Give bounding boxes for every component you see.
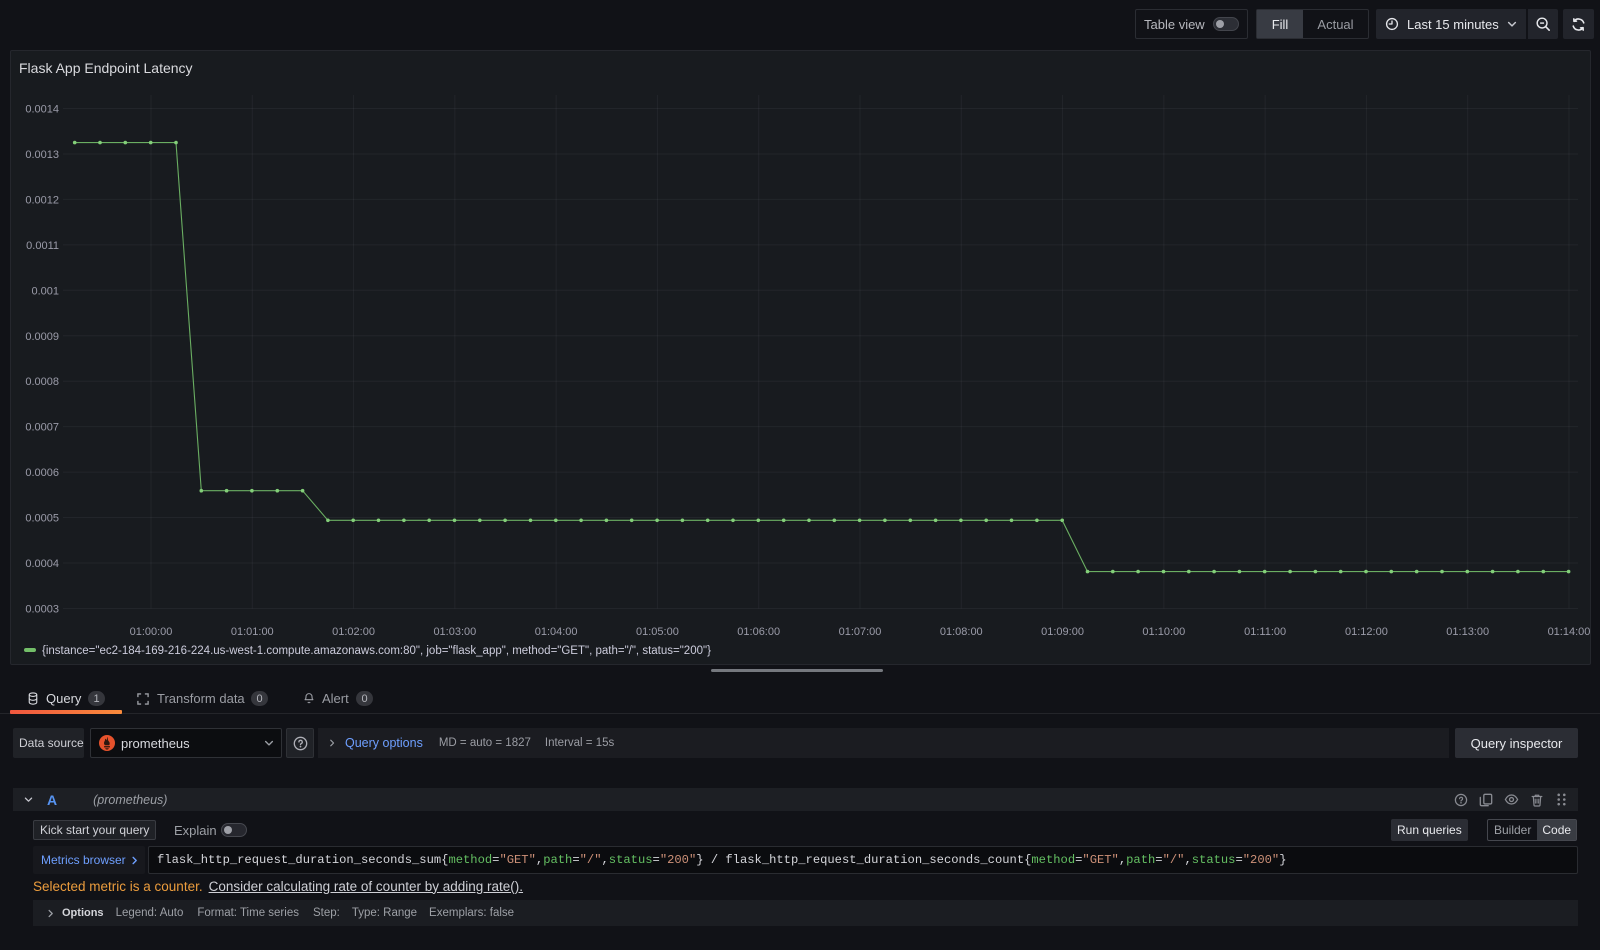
svg-text:0.0011: 0.0011 <box>26 240 59 252</box>
svg-text:01:02:00: 01:02:00 <box>332 626 375 638</box>
svg-text:0.0012: 0.0012 <box>25 194 59 206</box>
svg-text:0.0005: 0.0005 <box>25 513 59 525</box>
svg-text:01:14:00: 01:14:00 <box>1548 626 1590 638</box>
svg-text:01:08:00: 01:08:00 <box>940 626 983 638</box>
svg-text:0.0008: 0.0008 <box>25 376 59 388</box>
svg-text:01:09:00: 01:09:00 <box>1041 626 1084 638</box>
svg-text:0.0007: 0.0007 <box>25 422 59 434</box>
svg-text:0.0013: 0.0013 <box>25 149 59 161</box>
svg-text:01:07:00: 01:07:00 <box>839 626 882 638</box>
svg-text:01:11:00: 01:11:00 <box>1244 626 1286 638</box>
svg-text:01:06:00: 01:06:00 <box>737 626 780 638</box>
svg-text:01:01:00: 01:01:00 <box>231 626 274 638</box>
svg-text:0.0009: 0.0009 <box>25 331 59 343</box>
svg-text:01:03:00: 01:03:00 <box>433 626 476 638</box>
svg-text:01:13:00: 01:13:00 <box>1446 626 1489 638</box>
svg-text:01:12:00: 01:12:00 <box>1345 626 1388 638</box>
svg-text:0.0003: 0.0003 <box>25 603 59 615</box>
svg-text:01:04:00: 01:04:00 <box>535 626 578 638</box>
svg-text:{instance="ec2-184-169-216-224: {instance="ec2-184-169-216-224.us-west-1… <box>42 645 711 657</box>
svg-text:0.0014: 0.0014 <box>25 104 59 116</box>
svg-text:01:00:00: 01:00:00 <box>130 626 173 638</box>
svg-text:0.0004: 0.0004 <box>25 558 59 570</box>
svg-text:01:05:00: 01:05:00 <box>636 626 679 638</box>
svg-text:01:10:00: 01:10:00 <box>1142 626 1185 638</box>
svg-text:0.0006: 0.0006 <box>25 467 59 479</box>
svg-text:0.001: 0.001 <box>31 285 59 297</box>
